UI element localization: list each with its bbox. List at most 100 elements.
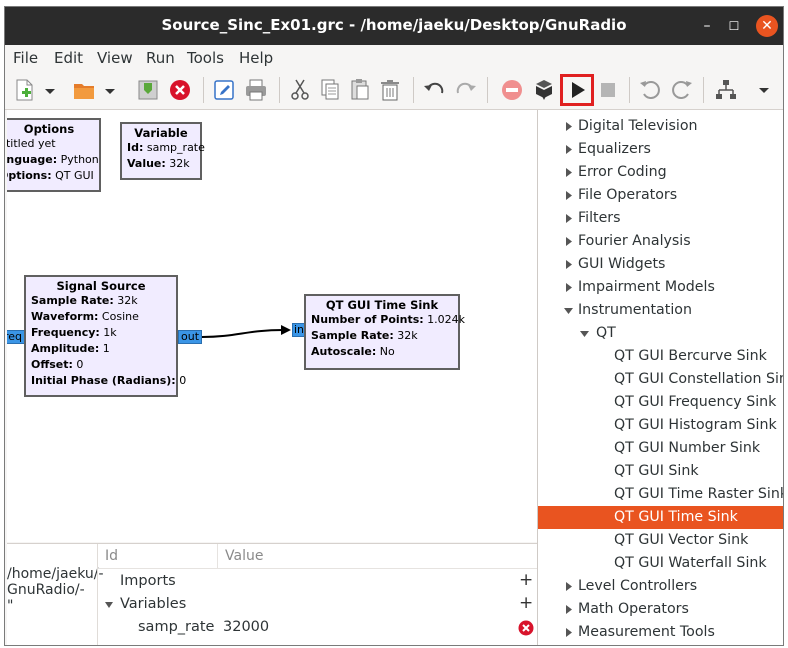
tree-item-qt-gui-histogram-sink[interactable]: QT GUI Histogram Sink bbox=[538, 414, 783, 437]
column-value[interactable]: Value bbox=[225, 548, 263, 564]
tree-item-level-controllers[interactable]: Level Controllers bbox=[538, 575, 783, 598]
flowgraph-canvas[interactable]: Options ntitled yet anguage: Python Opti… bbox=[7, 110, 537, 542]
collapsed-arrow-icon[interactable] bbox=[564, 260, 574, 270]
expanded-arrow-icon[interactable] bbox=[564, 306, 574, 316]
generate-icon[interactable] bbox=[531, 77, 557, 103]
tree-item-qt-gui-time-sink[interactable]: QT GUI Time Sink bbox=[538, 506, 783, 529]
tree-item-filters[interactable]: Filters bbox=[538, 207, 783, 230]
expanded-arrow-icon[interactable] bbox=[580, 329, 590, 339]
collapsed-arrow-icon[interactable] bbox=[564, 237, 574, 247]
menu-bar: File Edit View Run Tools Help bbox=[5, 45, 783, 71]
menu-run[interactable]: Run bbox=[146, 49, 175, 67]
menu-edit[interactable]: Edit bbox=[54, 49, 83, 67]
menu-help[interactable]: Help bbox=[239, 49, 273, 67]
collapsed-arrow-icon[interactable] bbox=[564, 605, 574, 615]
collapsed-arrow-icon[interactable] bbox=[564, 122, 574, 132]
add-variable-icon[interactable]: + bbox=[519, 593, 533, 613]
tree-item-equalizers[interactable]: Equalizers bbox=[538, 138, 783, 161]
title-bar: Source_Sinc_Ex01.grc - /home/jaeku/Deskt… bbox=[5, 7, 783, 45]
menu-tools[interactable]: Tools bbox=[187, 49, 224, 67]
tree-item-qt-gui-time-raster-sink[interactable]: QT GUI Time Raster Sink bbox=[538, 483, 784, 506]
app-window: Source_Sinc_Ex01.grc - /home/jaeku/Deskt… bbox=[4, 6, 784, 646]
variable-id-cell[interactable]: samp_rate bbox=[138, 619, 214, 635]
paste-icon[interactable] bbox=[347, 77, 373, 103]
tree-item-qt-gui-constellation-sink[interactable]: QT GUI Constellation Sink bbox=[538, 368, 784, 391]
collapsed-arrow-icon[interactable] bbox=[564, 214, 574, 224]
kill-icon[interactable] bbox=[595, 77, 621, 103]
collapsed-arrow-icon[interactable] bbox=[564, 582, 574, 592]
find-block-icon[interactable] bbox=[713, 77, 739, 103]
tree-item-label: Digital Television bbox=[578, 118, 698, 134]
time-sink-row: Autoscale: No bbox=[311, 345, 395, 358]
tree-item-label: QT GUI Waterfall Sink bbox=[614, 555, 767, 571]
tree-item-qt-gui-sink[interactable]: QT GUI Sink bbox=[538, 460, 783, 483]
tree-item-measurement-tools[interactable]: Measurement Tools bbox=[538, 621, 783, 644]
delete-icon[interactable] bbox=[377, 77, 403, 103]
tree-item-label: QT GUI Constellation Sink bbox=[614, 371, 784, 387]
time-sink-row: Sample Rate: 32k bbox=[311, 329, 418, 342]
open-icon[interactable] bbox=[71, 77, 97, 103]
menu-file[interactable]: File bbox=[13, 49, 38, 67]
undo-icon[interactable] bbox=[421, 77, 447, 103]
maximize-button[interactable]: ☐ bbox=[723, 15, 745, 37]
tree-item-label: QT GUI Frequency Sink bbox=[614, 394, 777, 410]
tree-item-label: Fourier Analysis bbox=[578, 233, 691, 249]
variables-expander-icon[interactable] bbox=[104, 600, 114, 610]
tree-item-label: QT GUI Time Raster Sink bbox=[614, 486, 784, 502]
tree-item-label: Math Operators bbox=[578, 601, 689, 617]
tree-item-qt-gui-number-sink[interactable]: QT GUI Number Sink bbox=[538, 437, 783, 460]
add-import-icon[interactable]: + bbox=[519, 570, 533, 590]
close-window-button[interactable]: ✕ bbox=[756, 15, 778, 37]
new-icon[interactable] bbox=[11, 77, 37, 103]
tree-item-math-operators[interactable]: Math Operators bbox=[538, 598, 783, 621]
tree-item-file-operators[interactable]: File Operators bbox=[538, 184, 783, 207]
tree-item-qt-gui-bercurve-sink[interactable]: QT GUI Bercurve Sink bbox=[538, 345, 783, 368]
print-icon[interactable] bbox=[243, 77, 269, 103]
tree-item-label: QT GUI Time Sink bbox=[614, 509, 738, 525]
errors-icon[interactable] bbox=[499, 77, 525, 103]
tree-item-gui-widgets[interactable]: GUI Widgets bbox=[538, 253, 783, 276]
console-line: GnuRadio/- bbox=[7, 582, 85, 598]
rotate-ccw-icon[interactable] bbox=[637, 77, 663, 103]
tree-item-fourier-analysis[interactable]: Fourier Analysis bbox=[538, 230, 783, 253]
tree-item-qt-gui-vector-sink[interactable]: QT GUI Vector Sink bbox=[538, 529, 783, 552]
tree-item-label: QT GUI Bercurve Sink bbox=[614, 348, 767, 364]
minimize-button[interactable]: – bbox=[696, 15, 718, 37]
close-icon[interactable] bbox=[167, 77, 193, 103]
tree-item-qt-gui-frequency-sink[interactable]: QT GUI Frequency Sink bbox=[538, 391, 783, 414]
edit-icon[interactable] bbox=[211, 77, 237, 103]
collapsed-arrow-icon[interactable] bbox=[564, 283, 574, 293]
tree-item-label: GUI Widgets bbox=[578, 256, 666, 272]
rotate-cw-icon[interactable] bbox=[669, 77, 695, 103]
column-id[interactable]: Id bbox=[105, 548, 118, 564]
tree-item-error-coding[interactable]: Error Coding bbox=[538, 161, 783, 184]
redo-icon[interactable] bbox=[453, 77, 479, 103]
tree-item-label: Error Coding bbox=[578, 164, 667, 180]
tree-item-instrumentation[interactable]: Instrumentation bbox=[538, 299, 783, 322]
collapsed-arrow-icon[interactable] bbox=[564, 168, 574, 178]
time-sink-block[interactable]: QT GUI Time Sink Number of Points: 1.024… bbox=[304, 294, 465, 370]
variables-row[interactable]: Variables bbox=[120, 596, 186, 612]
tree-item-label: Impairment Models bbox=[578, 279, 715, 295]
menu-view[interactable]: View bbox=[97, 49, 133, 67]
copy-icon[interactable] bbox=[317, 77, 343, 103]
new-dropdown-icon[interactable] bbox=[43, 77, 57, 103]
collapsed-arrow-icon[interactable] bbox=[564, 191, 574, 201]
execute-icon[interactable] bbox=[560, 74, 594, 106]
tree-item-label: Instrumentation bbox=[578, 302, 692, 318]
more-icon[interactable] bbox=[757, 77, 771, 103]
imports-row[interactable]: Imports bbox=[120, 573, 176, 589]
cut-icon[interactable] bbox=[287, 77, 313, 103]
collapsed-arrow-icon[interactable] bbox=[564, 145, 574, 155]
block-library-panel: Digital Television Equalizers Error Coding… bbox=[537, 110, 784, 645]
tree-item-qt-gui-waterfall-sink[interactable]: QT GUI Waterfall Sink bbox=[538, 552, 783, 575]
tree-item-qt[interactable]: QT bbox=[538, 322, 783, 345]
variable-value-cell[interactable]: 32000 bbox=[223, 619, 269, 635]
open-dropdown-icon[interactable] bbox=[103, 77, 117, 103]
variables-header: Id Value bbox=[99, 544, 537, 569]
tree-item-digital-television[interactable]: Digital Television bbox=[538, 115, 783, 138]
collapsed-arrow-icon[interactable] bbox=[564, 628, 574, 638]
save-icon[interactable] bbox=[135, 77, 161, 103]
tree-item-impairment-models[interactable]: Impairment Models bbox=[538, 276, 783, 299]
remove-variable-icon[interactable] bbox=[518, 620, 534, 636]
